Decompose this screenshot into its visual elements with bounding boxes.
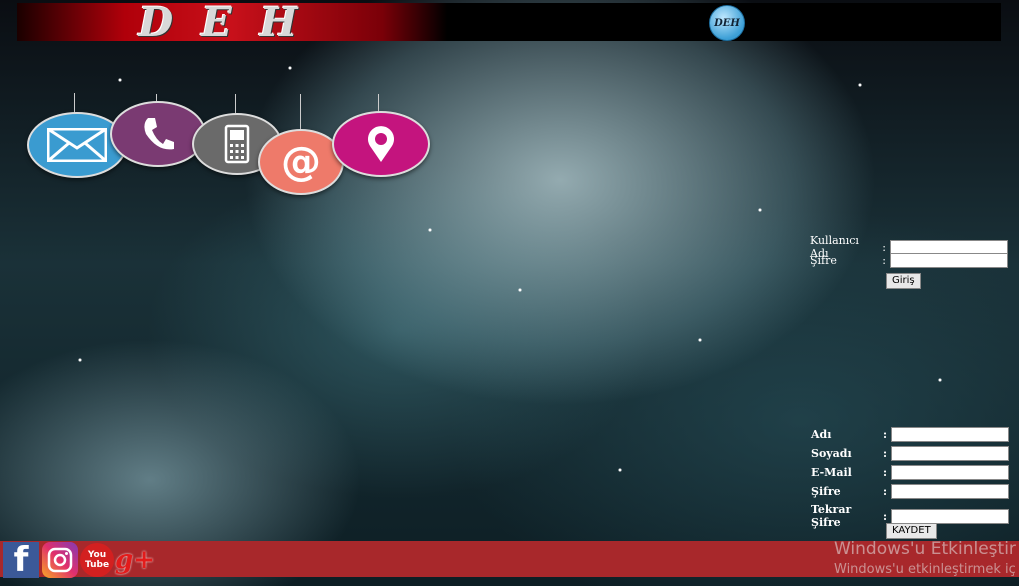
last-name-input[interactable]: [891, 446, 1009, 461]
windows-activation-title: Windows'u Etkinleştir: [834, 539, 1016, 559]
google-plus-icon[interactable]: g+: [115, 543, 155, 577]
colon: :: [882, 428, 887, 441]
register-password-input[interactable]: [891, 484, 1009, 499]
hanger-string: [74, 93, 75, 113]
site-logo[interactable]: DEH: [17, 0, 447, 46]
colon: :: [882, 509, 887, 523]
email-input[interactable]: [891, 465, 1009, 480]
header-bar: DEH DEH: [17, 0, 1001, 46]
first-name-label: Adı: [811, 428, 832, 441]
colon: :: [882, 485, 887, 498]
colon: :: [882, 240, 886, 254]
repeat-password-label: Tekrar Şifre: [811, 503, 852, 529]
hanger-string: [300, 94, 301, 130]
windows-activation-subtitle: Windows'u etkinleştirmek iç: [834, 562, 1016, 577]
colon: :: [882, 447, 887, 460]
hanger-string: [378, 94, 379, 112]
instagram-icon[interactable]: [42, 542, 78, 578]
colon: :: [882, 254, 886, 267]
register-save-button[interactable]: KAYDET: [886, 523, 937, 539]
password-label: Şifre: [810, 254, 837, 267]
repeat-password-input[interactable]: [891, 508, 1009, 524]
deh-badge-icon[interactable]: DEH: [709, 5, 745, 41]
location-icon[interactable]: [332, 111, 430, 177]
register-password-label: Şifre: [811, 485, 841, 498]
email-label: E-Mail: [811, 466, 852, 479]
facebook-icon[interactable]: f: [3, 540, 39, 580]
colon: :: [882, 466, 887, 479]
hanger-string: [235, 94, 236, 114]
youtube-icon[interactable]: You Tube: [80, 543, 114, 577]
last-name-label: Soyadı: [811, 447, 852, 460]
first-name-input[interactable]: [891, 427, 1009, 442]
phone-icon[interactable]: [110, 101, 206, 167]
password-input[interactable]: [890, 253, 1008, 268]
login-button[interactable]: Giriş: [886, 273, 921, 289]
logo-text: DEH: [138, 0, 326, 46]
at-icon[interactable]: @: [258, 129, 344, 195]
